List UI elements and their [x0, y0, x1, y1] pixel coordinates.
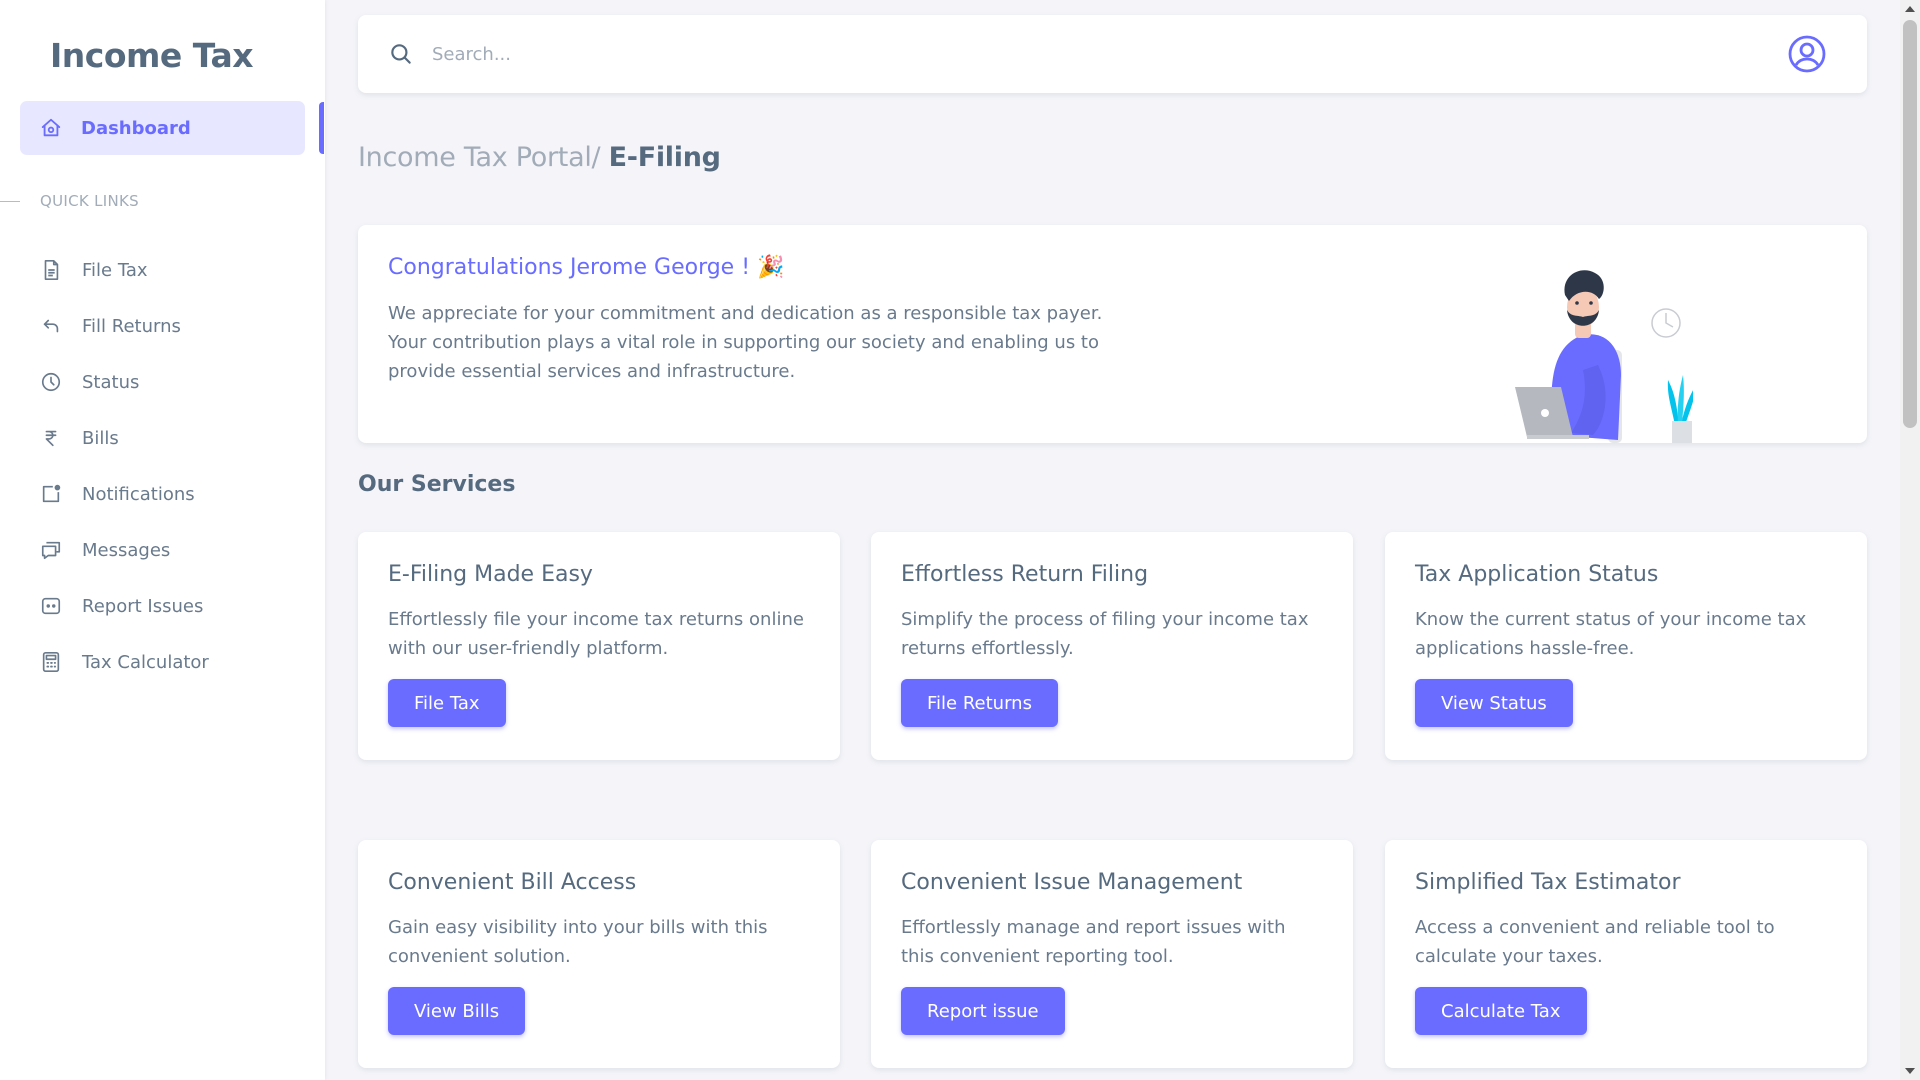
sidebar-item-label: Report Issues [82, 595, 204, 617]
clock-icon [41, 372, 61, 392]
welcome-line-2: Your contribution plays a vital role in … [388, 332, 1099, 382]
sidebar-item-label: Status [82, 371, 140, 393]
sidebar-item-label: Messages [82, 539, 171, 561]
search-icon [391, 44, 411, 64]
section-label: QUICK LINKS [40, 192, 139, 210]
service-card-desc: Effortlessly file your income tax return… [388, 609, 804, 659]
sidebar-item-file-tax[interactable]: File Tax [40, 242, 209, 298]
scrollbar-thumb[interactable] [1903, 20, 1917, 428]
file-tax-button[interactable]: File Tax [388, 679, 506, 727]
service-card-return-filing: Effortless Return Filing Simplify the pr… [871, 532, 1353, 760]
man-with-laptop-illustration [1515, 270, 1693, 443]
welcome-line-1: We appreciate for your commitment and de… [388, 303, 1103, 324]
breadcrumb-parent[interactable]: Income Tax Portal/ [358, 142, 601, 173]
sidebar-nav: File Tax Fill Returns Status Bills Notif… [40, 242, 209, 690]
sidebar-item-label: File Tax [82, 259, 148, 281]
services-title: Our Services [358, 472, 516, 497]
file-returns-button[interactable]: File Returns [901, 679, 1058, 727]
page-scrollbar[interactable] [1900, 0, 1920, 1080]
service-card-status: Tax Application Status Know the current … [1385, 532, 1867, 760]
rupee-icon [45, 430, 57, 447]
sidebar-item-messages[interactable]: Messages [40, 522, 209, 578]
service-card-bills: Convenient Bill Access Gain easy visibil… [358, 840, 840, 1068]
welcome-card: Congratulations Jerome George ! 🎉 We app… [358, 225, 1867, 443]
sidebar-item-fill-returns[interactable]: Fill Returns [40, 298, 209, 354]
service-card-estimator: Simplified Tax Estimator Access a conven… [1385, 840, 1867, 1068]
messages-icon [41, 541, 61, 560]
sidebar-item-bills[interactable]: Bills [40, 410, 209, 466]
service-card-title: E-Filing Made Easy [388, 562, 593, 587]
return-arrow-icon [43, 319, 59, 333]
home-icon [41, 118, 61, 137]
view-bills-button[interactable]: View Bills [388, 987, 526, 1035]
breadcrumb: Income Tax Portal/ E-Filing [358, 142, 721, 173]
report-icon [41, 597, 61, 615]
calculate-tax-button[interactable]: Calculate Tax [1415, 987, 1587, 1035]
sidebar-item-report-issues[interactable]: Report Issues [40, 578, 209, 634]
top-search-bar [358, 15, 1867, 93]
sidebar: Income Tax Dashboard QUICK LINKS File Ta… [0, 0, 325, 1080]
sidebar-item-label: Tax Calculator [82, 651, 209, 673]
sidebar-item-notifications[interactable]: Notifications [40, 466, 209, 522]
service-card-title: Simplified Tax Estimator [1415, 870, 1681, 895]
notification-icon [42, 484, 61, 503]
service-card-desc: Effortlessly manage and report issues wi… [901, 917, 1286, 967]
scroll-down-arrow-icon[interactable] [1905, 1068, 1915, 1074]
divider [0, 200, 20, 202]
report-issue-button[interactable]: Report issue [901, 987, 1065, 1035]
sidebar-item-label: Notifications [82, 483, 195, 505]
service-card-desc: Access a convenient and reliable tool to… [1415, 917, 1775, 967]
welcome-message: We appreciate for your commitment and de… [388, 299, 1168, 386]
service-card-title: Convenient Issue Management [901, 870, 1243, 895]
service-card-issues: Convenient Issue Management Effortlessly… [871, 840, 1353, 1068]
view-status-button[interactable]: View Status [1415, 679, 1573, 727]
service-card-desc: Simplify the process of filing your inco… [901, 609, 1309, 659]
service-card-title: Effortless Return Filing [901, 562, 1149, 587]
calculator-icon [42, 652, 60, 672]
breadcrumb-current: E-Filing [608, 142, 721, 173]
user-avatar-icon[interactable] [1787, 34, 1827, 74]
sidebar-item-label: Bills [82, 427, 119, 449]
sidebar-item-status[interactable]: Status [40, 354, 209, 410]
search-input[interactable] [432, 43, 1732, 65]
sidebar-item-tax-calculator[interactable]: Tax Calculator [40, 634, 209, 690]
sidebar-item-dashboard[interactable]: Dashboard [20, 101, 305, 155]
service-card-title: Convenient Bill Access [388, 870, 637, 895]
service-card-desc: Gain easy visibility into your bills wit… [388, 917, 768, 967]
welcome-title: Congratulations Jerome George ! 🎉 [388, 255, 785, 280]
brand-title[interactable]: Income Tax [50, 36, 254, 75]
scroll-up-arrow-icon[interactable] [1905, 6, 1915, 12]
service-card-title: Tax Application Status [1415, 562, 1659, 587]
sidebar-item-label: Dashboard [81, 117, 191, 139]
file-icon [44, 260, 59, 280]
service-card-efiling: E-Filing Made Easy Effortlessly file you… [358, 532, 840, 760]
sidebar-item-label: Fill Returns [82, 315, 181, 337]
quick-links-header: QUICK LINKS [0, 190, 325, 212]
active-indicator [319, 102, 324, 154]
service-card-desc: Know the current status of your income t… [1415, 609, 1807, 659]
